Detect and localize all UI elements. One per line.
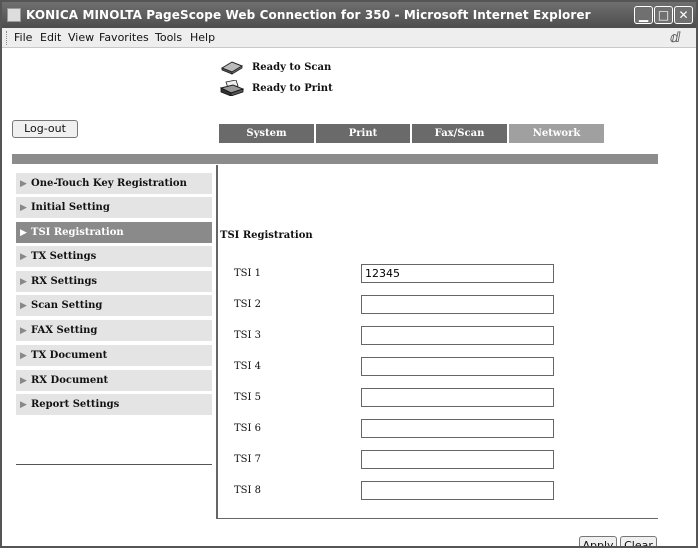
tsi-1-input[interactable]: [361, 264, 554, 283]
header-divider: [12, 154, 658, 164]
sidebar-item-tx-document[interactable]: ▶ TX Document: [16, 345, 212, 366]
sidebar-item-label: FAX Setting: [31, 325, 98, 336]
content-left-border: [216, 165, 218, 519]
apply-button[interactable]: Apply: [579, 536, 617, 546]
triangle-right-icon: ▶: [20, 400, 27, 410]
sidebar-item-report-settings[interactable]: ▶ Report Settings: [16, 394, 212, 415]
form-bottom-rule: [216, 518, 658, 519]
print-status-label: Ready to Print: [252, 83, 333, 94]
tsi-5-input[interactable]: [361, 388, 554, 407]
triangle-right-icon: ▶: [20, 301, 27, 311]
sidebar-item-label: TSI Registration: [31, 227, 124, 238]
clear-button[interactable]: Clear: [620, 536, 657, 546]
tab-print[interactable]: Print: [316, 124, 410, 143]
menu-view[interactable]: View: [68, 31, 94, 44]
triangle-right-icon: ▶: [20, 228, 27, 238]
sidebar-item-one-touch-key-registration[interactable]: ▶ One-Touch Key Registration: [16, 173, 212, 194]
tsi-7-label: TSI 7: [234, 454, 262, 465]
menu-file[interactable]: File: [14, 31, 32, 44]
scanner-icon: [220, 61, 244, 75]
tsi-4-input[interactable]: [361, 357, 554, 376]
triangle-right-icon: ▶: [20, 351, 27, 361]
close-button[interactable]: ✕: [674, 6, 693, 24]
sidebar-item-label: RX Document: [31, 375, 109, 386]
menu-bar: File Edit View Favorites Tools Help ⅆ: [2, 28, 696, 48]
menu-edit[interactable]: Edit: [40, 31, 61, 44]
tsi-8-input[interactable]: [361, 481, 554, 500]
windows-logo-icon: ⅆ: [670, 30, 681, 46]
sidebar-item-initial-setting[interactable]: ▶ Initial Setting: [16, 197, 212, 218]
triangle-right-icon: ▶: [20, 326, 27, 336]
sidebar-item-tsi-registration[interactable]: ▶ TSI Registration: [16, 222, 212, 243]
triangle-right-icon: ▶: [20, 203, 27, 213]
browser-window: KONICA MINOLTA PageScope Web Connection …: [0, 0, 698, 548]
logout-button[interactable]: Log-out: [12, 120, 78, 138]
tsi-2-input[interactable]: [361, 295, 554, 314]
ie-window-icon: [7, 8, 21, 22]
menu-help[interactable]: Help: [190, 31, 215, 44]
page-content: Ready to Scan Ready to Print Log-out Sys…: [2, 49, 696, 546]
sidebar-item-label: One-Touch Key Registration: [31, 178, 187, 189]
triangle-right-icon: ▶: [20, 376, 27, 386]
printer-icon: [220, 80, 244, 96]
sidebar-item-rx-document[interactable]: ▶ RX Document: [16, 370, 212, 391]
tsi-3-label: TSI 3: [234, 330, 262, 341]
tsi-6-label: TSI 6: [234, 423, 262, 434]
tsi-2-label: TSI 2: [234, 299, 262, 310]
sidebar-item-rx-settings[interactable]: ▶ RX Settings: [16, 271, 212, 292]
menu-favorites[interactable]: Favorites: [99, 31, 149, 44]
triangle-right-icon: ▶: [20, 252, 27, 262]
sidebar-item-label: Scan Setting: [31, 300, 103, 311]
menu-tools[interactable]: Tools: [155, 31, 182, 44]
tsi-8-label: TSI 8: [234, 485, 262, 496]
sidebar-item-label: TX Settings: [31, 251, 97, 262]
window-title: KONICA MINOLTA PageScope Web Connection …: [26, 8, 591, 22]
sidebar-item-fax-setting[interactable]: ▶ FAX Setting: [16, 320, 212, 341]
sidebar-item-label: TX Document: [31, 350, 108, 361]
tab-fax-scan[interactable]: Fax/Scan: [412, 124, 507, 143]
tsi-5-label: TSI 5: [234, 392, 262, 403]
maximize-button[interactable]: □: [654, 6, 673, 24]
tsi-4-label: TSI 4: [234, 361, 262, 372]
triangle-right-icon: ▶: [20, 179, 27, 189]
tab-network[interactable]: Network: [509, 124, 604, 143]
sidebar-bottom-rule: [16, 464, 212, 465]
sidebar-item-scan-setting[interactable]: ▶ Scan Setting: [16, 295, 212, 316]
triangle-right-icon: ▶: [20, 277, 27, 287]
title-bar: KONICA MINOLTA PageScope Web Connection …: [2, 2, 696, 28]
sidebar-item-label: Initial Setting: [31, 202, 110, 213]
tsi-3-input[interactable]: [361, 326, 554, 345]
tsi-6-input[interactable]: [361, 419, 554, 438]
sidebar-item-label: Report Settings: [31, 399, 120, 410]
tsi-1-label: TSI 1: [234, 268, 262, 279]
tsi-7-input[interactable]: [361, 450, 554, 469]
toolbar-grip[interactable]: [6, 31, 9, 45]
minimize-button[interactable]: ▁: [634, 6, 653, 24]
tab-system[interactable]: System: [219, 124, 314, 143]
scan-status-label: Ready to Scan: [252, 62, 332, 73]
form-title: TSI Registration: [220, 230, 313, 241]
sidebar-item-tx-settings[interactable]: ▶ TX Settings: [16, 246, 212, 267]
sidebar-item-label: RX Settings: [31, 276, 98, 287]
